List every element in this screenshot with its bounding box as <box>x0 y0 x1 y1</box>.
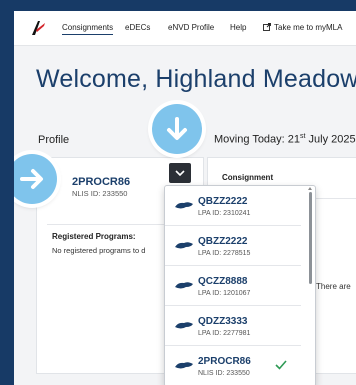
logo-icon[interactable] <box>30 19 46 37</box>
profile-dropdown-menu: QBZZ2222 LPA ID: 2310241 QBZZ2222 LPA ID… <box>164 185 316 385</box>
scroll-up-arrow[interactable] <box>308 187 312 190</box>
check-icon <box>275 360 287 370</box>
current-profile-name: 2PROCR86 <box>72 176 131 188</box>
dropdown-item-id: LPA ID: 2277981 <box>198 330 251 337</box>
consignment-title: Consignment <box>222 173 274 182</box>
dropdown-item[interactable]: QBZZ2222 LPA ID: 2310241 <box>165 186 301 226</box>
current-profile-nlis: NLIS ID: 233550 <box>72 189 128 198</box>
shoe-icon <box>175 322 193 329</box>
moving-date-rest: July 2025 <box>305 133 356 146</box>
page-title: Welcome, Highland Meadows <box>36 65 356 93</box>
arrow-down-icon <box>167 117 187 140</box>
dropdown-item-selected[interactable]: 2PROCR86 NLIS ID: 233550 <box>165 346 301 385</box>
arrow-down-indicator <box>152 104 202 154</box>
registered-programs-title: Registered Programs: <box>52 232 136 241</box>
moving-date-prefix: Moving Today: 21 <box>214 133 301 146</box>
dropdown-item-id: LPA ID: 2278515 <box>198 250 251 257</box>
external-link-icon <box>263 23 271 31</box>
dropdown-item-id: LPA ID: 2310241 <box>198 210 251 217</box>
dropdown-item-name: QCZZ8888 <box>198 276 248 287</box>
dropdown-item-name: QBZZ2222 <box>198 236 248 247</box>
dropdown-item[interactable]: QBZZ2222 LPA ID: 2278515 <box>165 226 301 266</box>
shoe-icon <box>175 202 193 209</box>
dropdown-item-id: NLIS ID: 233550 <box>198 370 250 377</box>
profile-dropdown-button[interactable] <box>169 163 191 183</box>
dropdown-item-name: QBZZ2222 <box>198 196 248 207</box>
consignment-empty-text: There are <box>316 282 351 291</box>
app-window: Consignments eDECs eNVD Profile Help Tak… <box>14 11 356 385</box>
dropdown-item[interactable]: QCZZ8888 LPA ID: 1201067 <box>165 266 301 306</box>
dropdown-item-name: 2PROCR86 <box>198 356 251 367</box>
nav-help[interactable]: Help <box>230 23 246 32</box>
dropdown-item[interactable]: QDZZ3333 LPA ID: 2277981 <box>165 306 301 346</box>
profile-heading: Profile <box>38 134 70 146</box>
shoe-icon <box>175 242 193 249</box>
arrow-right-icon <box>20 169 43 189</box>
chevron-down-icon <box>175 170 185 176</box>
nav-consignments[interactable]: Consignments <box>62 23 114 35</box>
moving-today-heading: Moving Today: 21st July 2025 <box>214 133 356 146</box>
nav-envd-profile[interactable]: eNVD Profile <box>168 23 214 32</box>
dropdown-item-name: QDZZ3333 <box>198 316 248 327</box>
nav-edecs[interactable]: eDECs <box>125 23 150 32</box>
shoe-icon <box>175 362 193 369</box>
top-navigation: Consignments eDECs eNVD Profile Help Tak… <box>14 11 356 46</box>
nav-mymla-label: Take me to myMLA <box>274 23 343 32</box>
dropdown-item-id: LPA ID: 1201067 <box>198 290 251 297</box>
registered-programs-text: No registered programs to d <box>52 246 146 255</box>
nav-mymla-link[interactable]: Take me to myMLA <box>263 23 342 32</box>
shoe-icon <box>175 282 193 289</box>
dropdown-scrollbar[interactable] <box>309 192 312 284</box>
